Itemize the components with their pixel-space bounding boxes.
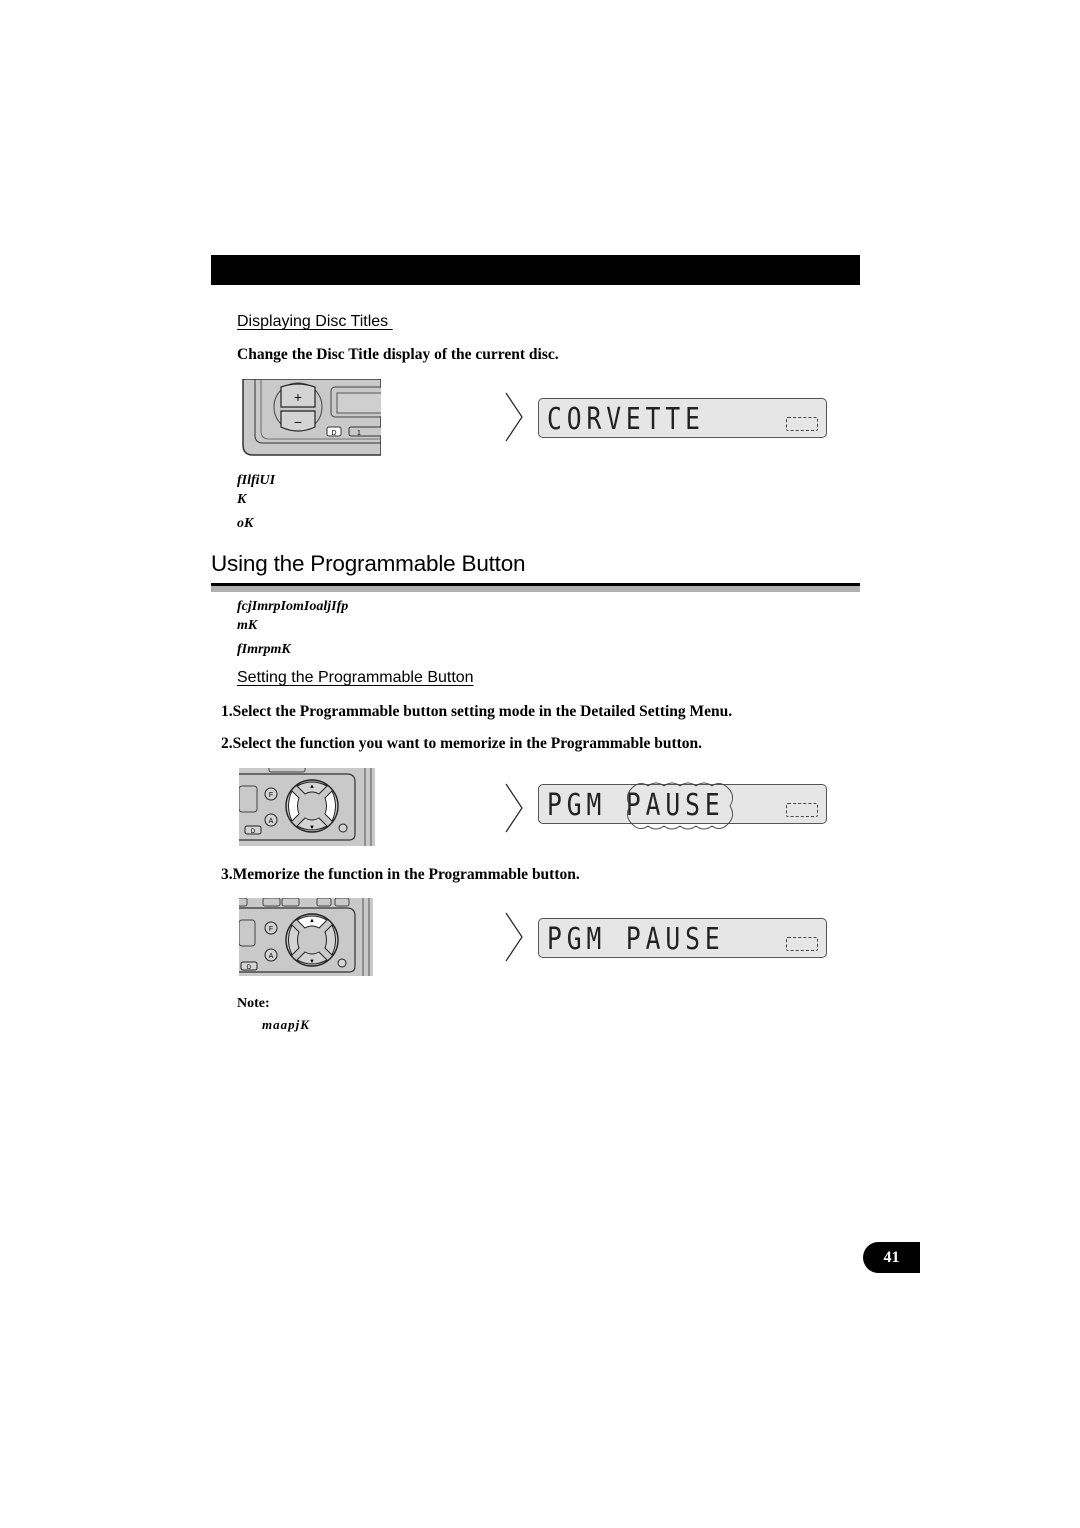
lcd-indicator-icon (786, 937, 818, 951)
svg-text:▲: ▲ (309, 784, 315, 790)
lcd-indicator-icon (786, 417, 818, 431)
arrow-right-icon (505, 912, 523, 962)
instruction-change-disc-title: Change the Disc Title display of the cur… (237, 346, 559, 363)
svg-text:A: A (269, 953, 274, 960)
lcd-indicator-icon (786, 803, 818, 817)
plus-label: + (294, 389, 302, 405)
head-unit-illustration-1: + − D 1 (241, 379, 381, 456)
svg-text:▼: ▼ (309, 825, 315, 831)
subheading-setting-programmable-button: Setting the Programmable Button (237, 669, 474, 686)
note-label: Note: (237, 996, 270, 1011)
svg-text:F: F (269, 926, 273, 933)
arrow-right-icon (505, 392, 523, 442)
svg-text:▲: ▲ (309, 918, 315, 924)
subheading-displaying-disc-titles: Displaying Disc Titles (237, 313, 393, 330)
step-2: 2.Select the function you want to memori… (221, 735, 703, 752)
head-unit-illustration-3: F A ▲ ▼ D (234, 897, 373, 976)
lcd-display-step-3: PGM PAUSE (538, 918, 827, 958)
page-number: 41 (883, 1248, 900, 1266)
section-title-programmable-button: Using the Programmable Button (211, 551, 526, 576)
svg-text:D: D (247, 965, 252, 971)
section-rule-shadow (211, 586, 860, 592)
step-3: 3.Memorize the function in the Programma… (221, 866, 580, 883)
lcd-text: PGM PAUSE (547, 922, 725, 957)
body-text-garbled-1: fIlfiUI K oK (237, 473, 276, 531)
minus-label: − (294, 414, 302, 430)
lcd-text: CORVETTE (547, 402, 705, 437)
blinking-indicator-icon (627, 782, 733, 830)
svg-text:▼: ▼ (309, 959, 315, 965)
body-text-garbled-2: fcjImrpIomIoaljIfp mK fImrpmK (237, 599, 349, 657)
arrow-right-icon (505, 783, 523, 833)
svg-text:A: A (269, 818, 274, 825)
head-unit-illustration-2: F A ▲ ▼ D (238, 763, 375, 846)
chapter-header-bar (211, 255, 860, 285)
step-1: 1.Select the Programmable button setting… (221, 703, 733, 720)
svg-text:1: 1 (357, 430, 361, 437)
svg-text:D: D (331, 430, 336, 437)
note-text: maapjK (262, 1017, 310, 1032)
lcd-display-disc-title: CORVETTE (538, 398, 827, 438)
page-number-tab: 41 (863, 1242, 920, 1273)
svg-text:F: F (269, 792, 273, 799)
svg-text:D: D (251, 829, 256, 835)
